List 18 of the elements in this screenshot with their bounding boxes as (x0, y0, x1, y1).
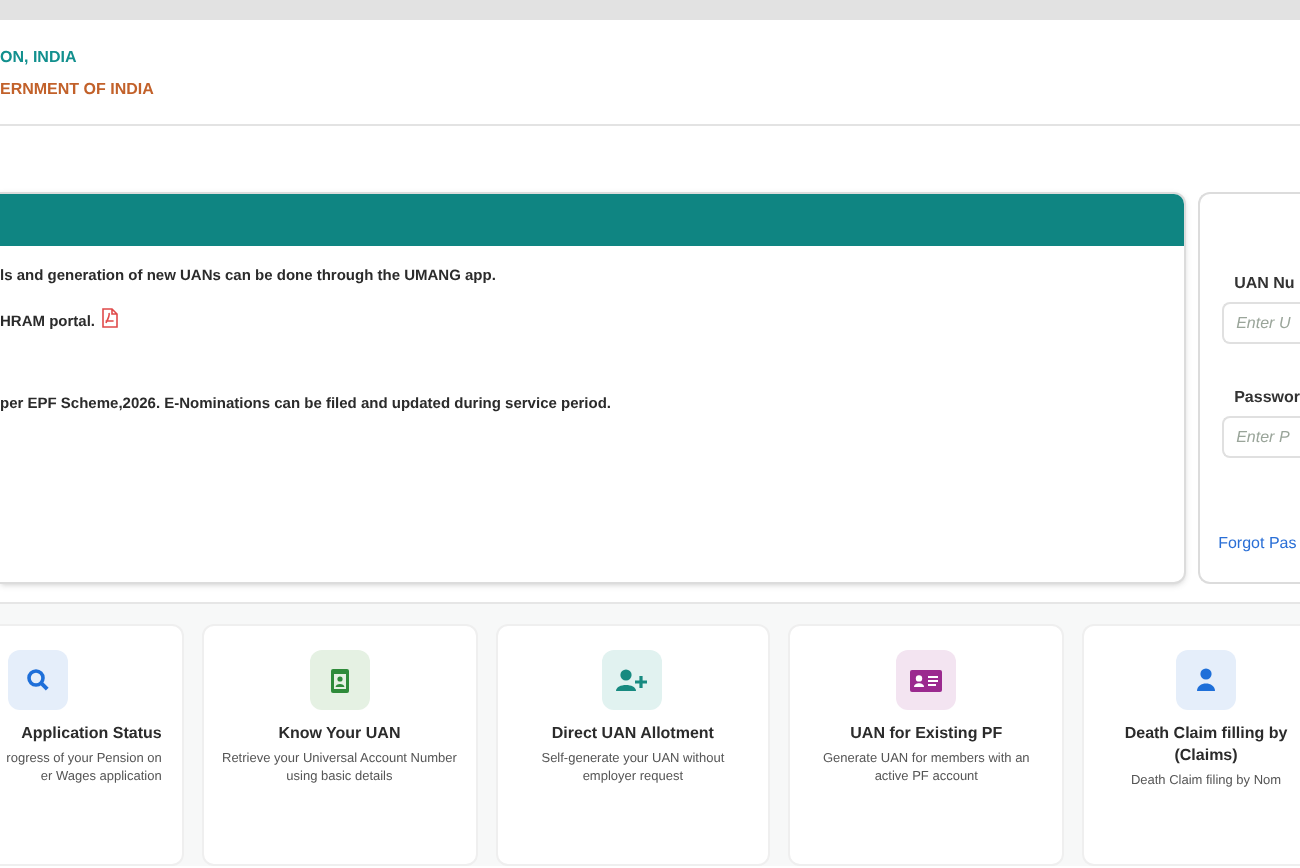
id-badge-icon (329, 667, 350, 693)
user-icon (1196, 668, 1217, 692)
government-label: ERNMENT OF INDIA (0, 80, 154, 100)
input-field[interactable]: Enter U (1222, 302, 1300, 344)
service-title: UAN for Existing PF (850, 722, 1003, 744)
service-title: Know Your UAN (278, 722, 401, 744)
field-label: UAN Nu (1234, 274, 1297, 294)
pdf-file-icon[interactable] (101, 308, 117, 328)
id-card-icon (910, 669, 943, 691)
service-title: Direct UAN Allotment (551, 722, 714, 744)
field-label: Passwor (1234, 388, 1300, 408)
input-field[interactable]: Enter P (1222, 416, 1300, 458)
organisation-name: ON, INDIA (0, 48, 77, 68)
user-plus-icon (616, 668, 649, 692)
forgot-password-link[interactable]: Forgot Pas (1218, 534, 1300, 554)
service-title: Death Claim filling by (Claims) (1124, 722, 1288, 766)
service-title: Application Status (21, 722, 162, 744)
search-icon (25, 668, 50, 692)
